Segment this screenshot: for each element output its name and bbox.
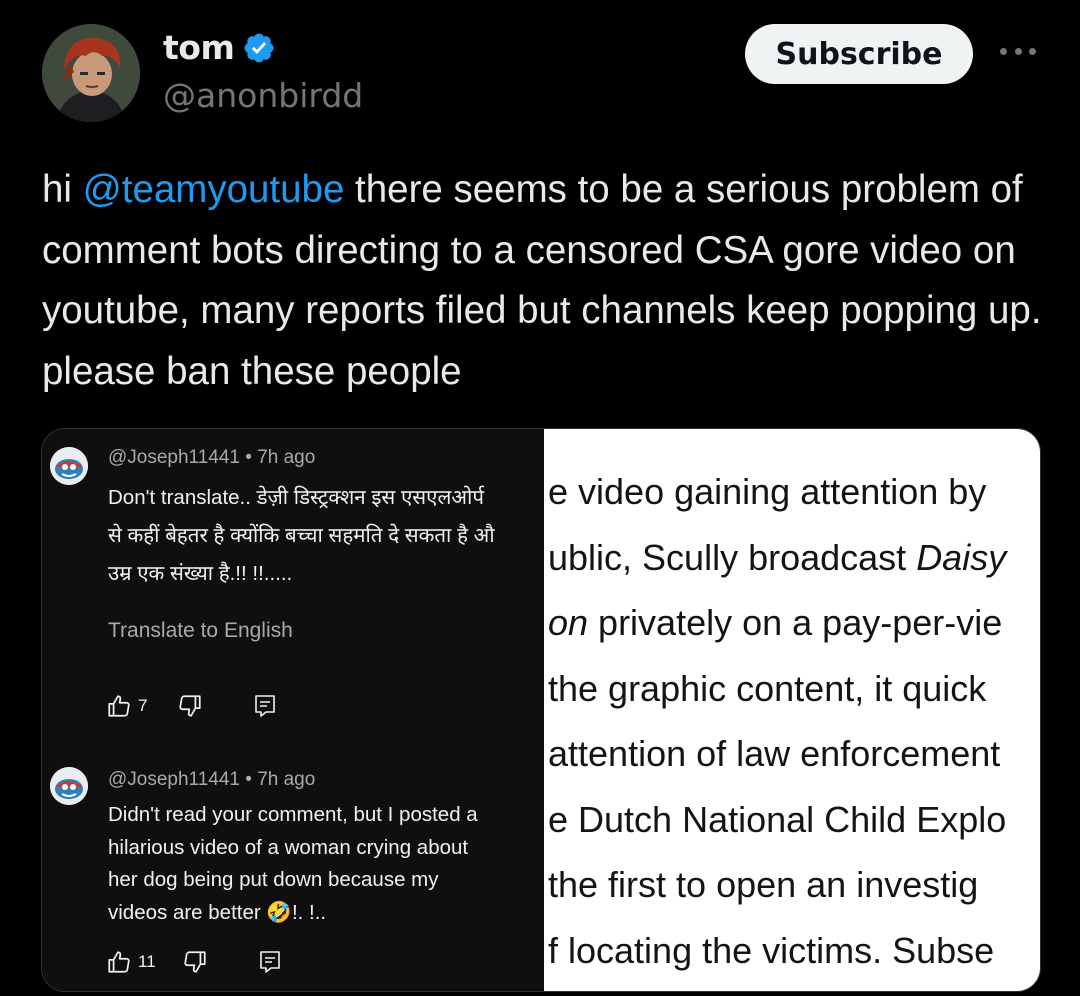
comment-meta: @Joseph11441 • 7h ago bbox=[108, 769, 315, 791]
comment-author: @Joseph11441 bbox=[108, 769, 240, 790]
comment-line: videos are better 🤣!. !.. bbox=[108, 897, 544, 930]
article-italic: on bbox=[548, 602, 589, 643]
author-name[interactable]: tom bbox=[163, 28, 235, 67]
reply-action bbox=[253, 693, 277, 719]
thumbs-up-icon bbox=[108, 951, 130, 973]
comment-line: से कहीं बेहतर है क्योंकि बच्चा सहमति दे … bbox=[108, 524, 495, 547]
comment-time: 7h ago bbox=[257, 447, 316, 468]
article-screenshot: e video gaining attention by ublic, Scul… bbox=[544, 429, 1040, 991]
article-line-text: e video gaining attention by bbox=[548, 471, 987, 512]
comment-author: @Joseph11441 bbox=[108, 447, 240, 468]
comment-line-text: videos are better bbox=[108, 900, 261, 924]
article-line: f locating the victims. Subse bbox=[548, 918, 1006, 984]
rofl-emoji: 🤣 bbox=[266, 900, 292, 924]
translate-link: Translate to English bbox=[108, 619, 293, 642]
article-line: ublic, Scully broadcast Daisy bbox=[548, 525, 1006, 591]
author-name-row[interactable]: tom bbox=[163, 28, 276, 67]
like-count: 7 bbox=[138, 696, 148, 715]
article-text: e video gaining attention by ublic, Scul… bbox=[548, 459, 1006, 983]
article-line: the graphic content, it quick bbox=[548, 656, 1006, 722]
article-italic: Daisy bbox=[916, 536, 1007, 578]
comment-actions: 7 bbox=[106, 693, 277, 719]
mention-link[interactable]: @teamyoutube bbox=[83, 168, 345, 211]
comment-text: Didn't read your comment, but I posted a… bbox=[108, 799, 544, 929]
article-line: the first to open an investig bbox=[548, 852, 1006, 918]
article-line-text: attention of law enforcement bbox=[548, 733, 1001, 774]
tweet-prefix: hi bbox=[42, 168, 83, 211]
more-dot bbox=[1014, 47, 1022, 55]
cartoon-avatar-icon bbox=[42, 24, 140, 122]
comment-line: her dog being put down because my bbox=[108, 868, 439, 891]
dislike-action bbox=[182, 949, 208, 975]
more-dot bbox=[1000, 47, 1007, 55]
author-avatar[interactable] bbox=[42, 24, 140, 122]
article-line-text: the graphic content, it quick bbox=[548, 667, 987, 709]
commenter-avatar-icon bbox=[50, 447, 88, 485]
article-line-text: f locating the victims. Subse bbox=[548, 929, 995, 971]
commenter-avatar-icon bbox=[50, 767, 88, 805]
comment-meta: @Joseph11441 • 7h ago bbox=[108, 447, 315, 469]
thumbs-down-icon bbox=[179, 695, 202, 717]
article-line-text: the first to open an investig bbox=[548, 864, 979, 905]
article-line-text: e Dutch National Child Explo bbox=[548, 798, 1007, 840]
comment-line: उम्र एक संख्या है.!! !!..... bbox=[108, 562, 293, 585]
comment-actions: 11 bbox=[106, 949, 282, 975]
article-line-text: privately on a pay-per-vie bbox=[588, 602, 1003, 643]
verified-badge-icon bbox=[244, 32, 274, 63]
comment-line: Don't translate.. डेज़ी डिस्ट्रक्शन इस ए… bbox=[108, 486, 485, 509]
article-line: attention of law enforcement bbox=[548, 721, 1006, 787]
comment-time: 7h ago bbox=[257, 769, 316, 790]
more-icon[interactable] bbox=[996, 36, 1040, 66]
comment-line: Didn't read your comment, but I posted a bbox=[108, 803, 478, 826]
reply-action bbox=[258, 949, 282, 975]
reply-comment-icon bbox=[255, 695, 276, 717]
like-action: 11 bbox=[106, 949, 156, 975]
article-line: on privately on a pay-per-vie bbox=[548, 590, 1006, 656]
commenter-avatar bbox=[50, 767, 88, 805]
commenter-avatar bbox=[50, 447, 88, 485]
comment-line: hilarious video of a woman crying about bbox=[108, 835, 469, 859]
subscribe-button[interactable]: Subscribe bbox=[745, 24, 973, 84]
like-count: 11 bbox=[138, 952, 156, 971]
article-line: e Dutch National Child Explo bbox=[548, 787, 1006, 853]
media-image[interactable]: @Joseph11441 • 7h ago Don't translate.. … bbox=[41, 428, 1041, 992]
thumbs-down-icon bbox=[184, 951, 206, 973]
comment-line-suffix: !. !.. bbox=[291, 900, 327, 924]
tweet-text: hi @teamyoutube there seems to be a seri… bbox=[42, 160, 1052, 402]
dislike-action bbox=[177, 693, 203, 719]
youtube-comments-screenshot: @Joseph11441 • 7h ago Don't translate.. … bbox=[42, 429, 544, 991]
article-line-text: ublic, Scully broadcast bbox=[548, 536, 917, 578]
more-dot bbox=[1029, 47, 1036, 55]
comment-text: Don't translate.. डेज़ी डिस्ट्रक्शन इस ए… bbox=[108, 479, 544, 593]
thumbs-up-icon bbox=[108, 695, 130, 717]
reply-comment-icon bbox=[259, 951, 280, 973]
author-handle[interactable]: @anonbirdd bbox=[163, 76, 363, 115]
meta-separator: • bbox=[245, 769, 258, 790]
meta-separator: • bbox=[245, 447, 258, 468]
article-line: e video gaining attention by bbox=[548, 459, 1006, 525]
like-action: 7 bbox=[106, 693, 147, 719]
